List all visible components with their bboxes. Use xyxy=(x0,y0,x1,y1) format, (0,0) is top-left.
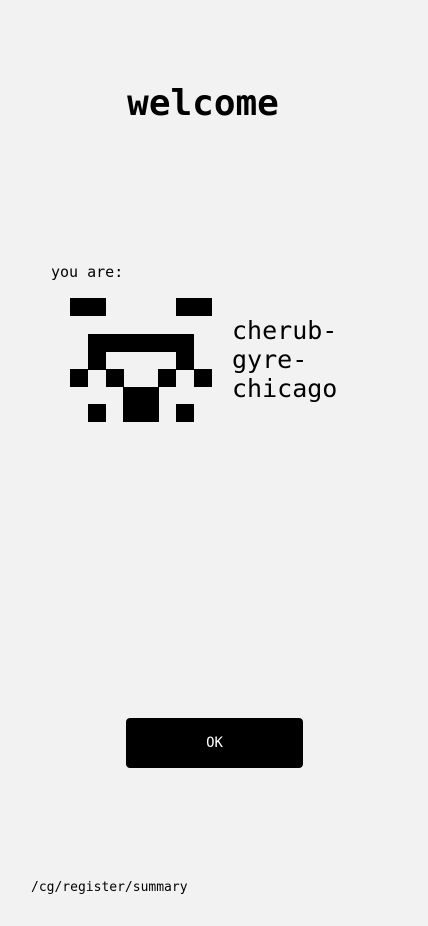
pixel-sigil-icon xyxy=(70,298,212,422)
identity-name-line-3: chicago xyxy=(232,374,338,403)
identity-name: cherub- gyre- chicago xyxy=(232,316,337,403)
page-title: welcome xyxy=(127,83,279,124)
identity-name-line-2: gyre- xyxy=(232,345,308,374)
you-are-label: you are: xyxy=(51,263,124,281)
route-path: /cg/register/summary xyxy=(31,880,188,895)
identity-name-line-1: cherub- xyxy=(232,316,338,345)
ok-button[interactable]: OK xyxy=(126,718,303,768)
welcome-screen: welcome you are: cherub- gyre- chicago O… xyxy=(0,0,428,926)
